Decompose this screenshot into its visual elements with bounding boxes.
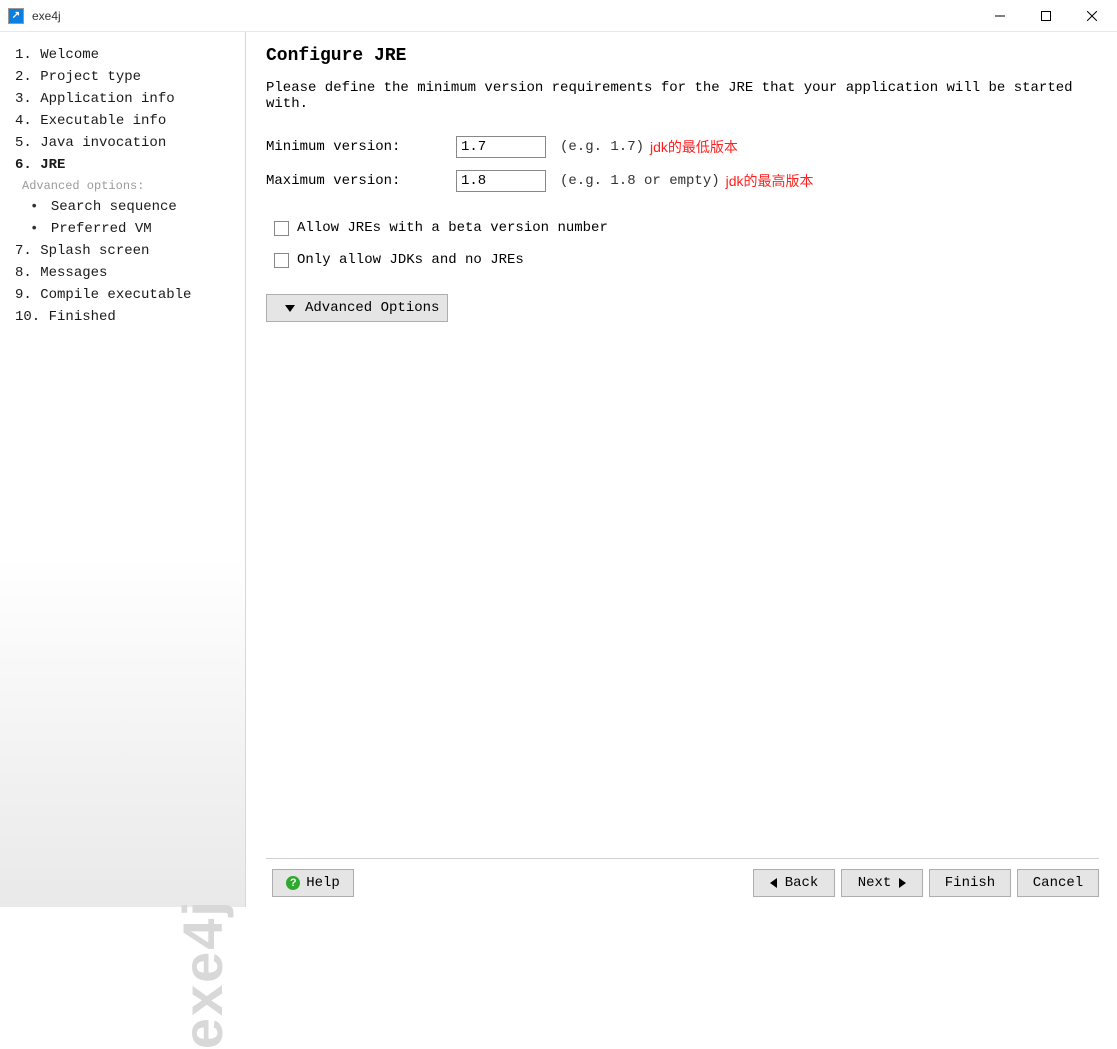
finish-button-label: Finish bbox=[945, 875, 995, 891]
minimize-icon bbox=[995, 11, 1005, 21]
step-executable-info[interactable]: 4. Executable info bbox=[0, 110, 245, 132]
step-application-info[interactable]: 3. Application info bbox=[0, 88, 245, 110]
step-project-type[interactable]: 2. Project type bbox=[0, 66, 245, 88]
minimum-version-label: Minimum version: bbox=[266, 139, 456, 155]
minimum-version-row: Minimum version: (e.g. 1.7) jdk的最低版本 bbox=[266, 136, 1099, 158]
arrow-left-icon bbox=[770, 878, 777, 888]
maximum-version-hint: (e.g. 1.8 or empty) bbox=[560, 173, 720, 189]
cancel-button-label: Cancel bbox=[1033, 875, 1083, 891]
finish-button[interactable]: Finish bbox=[929, 869, 1011, 897]
help-button[interactable]: ? Help bbox=[272, 869, 354, 897]
close-button[interactable] bbox=[1069, 1, 1115, 31]
wizard-footer: ? Help Back Next Finish Cancel bbox=[266, 858, 1099, 897]
titlebar: ↗ exe4j bbox=[0, 0, 1117, 32]
close-icon bbox=[1087, 11, 1097, 21]
advanced-options-header: Advanced options: bbox=[0, 176, 245, 196]
only-jdk-row: Only allow JDKs and no JREs bbox=[266, 252, 1099, 268]
allow-beta-row: Allow JREs with a beta version number bbox=[266, 220, 1099, 236]
help-icon: ? bbox=[286, 876, 300, 890]
arrow-right-icon bbox=[899, 878, 906, 888]
triangle-down-icon bbox=[285, 305, 295, 312]
maximize-icon bbox=[1041, 11, 1051, 21]
advanced-options-button[interactable]: Advanced Options bbox=[266, 294, 448, 322]
step-jre[interactable]: 6. JRE bbox=[0, 154, 245, 176]
page-description: Please define the minimum version requir… bbox=[266, 80, 1099, 112]
minimum-version-annotation: jdk的最低版本 bbox=[650, 137, 738, 157]
maximum-version-annotation: jdk的最高版本 bbox=[726, 171, 814, 191]
maximize-button[interactable] bbox=[1023, 1, 1069, 31]
step-finished[interactable]: 10. Finished bbox=[0, 306, 245, 328]
window-title: exe4j bbox=[32, 9, 61, 23]
next-button[interactable]: Next bbox=[841, 869, 923, 897]
next-button-label: Next bbox=[858, 875, 892, 891]
minimize-button[interactable] bbox=[977, 1, 1023, 31]
step-compile-executable[interactable]: 9. Compile executable bbox=[0, 284, 245, 306]
substep-search-sequence[interactable]: Search sequence bbox=[0, 196, 245, 218]
substep-preferred-vm[interactable]: Preferred VM bbox=[0, 218, 245, 240]
advanced-options-button-label: Advanced Options bbox=[305, 300, 439, 316]
maximum-version-label: Maximum version: bbox=[266, 173, 456, 189]
minimum-version-input[interactable] bbox=[456, 136, 546, 158]
wizard-step-sidebar: 1. Welcome 2. Project type 3. Applicatio… bbox=[0, 32, 246, 907]
cancel-button[interactable]: Cancel bbox=[1017, 869, 1099, 897]
allow-beta-label: Allow JREs with a beta version number bbox=[297, 220, 608, 236]
only-jdk-checkbox[interactable] bbox=[274, 253, 289, 268]
allow-beta-checkbox[interactable] bbox=[274, 221, 289, 236]
step-splash-screen[interactable]: 7. Splash screen bbox=[0, 240, 245, 262]
help-button-label: Help bbox=[306, 875, 340, 891]
page-title: Configure JRE bbox=[266, 46, 1099, 66]
step-java-invocation[interactable]: 5. Java invocation bbox=[0, 132, 245, 154]
back-button[interactable]: Back bbox=[753, 869, 835, 897]
maximum-version-row: Maximum version: (e.g. 1.8 or empty) jdk… bbox=[266, 170, 1099, 192]
only-jdk-label: Only allow JDKs and no JREs bbox=[297, 252, 524, 268]
main-panel: Configure JRE Please define the minimum … bbox=[246, 32, 1117, 907]
minimum-version-hint: (e.g. 1.7) bbox=[560, 139, 644, 155]
step-messages[interactable]: 8. Messages bbox=[0, 262, 245, 284]
back-button-label: Back bbox=[785, 875, 819, 891]
watermark-text: exe4j bbox=[170, 899, 235, 1049]
step-welcome[interactable]: 1. Welcome bbox=[0, 44, 245, 66]
app-icon: ↗ bbox=[8, 8, 24, 24]
maximum-version-input[interactable] bbox=[456, 170, 546, 192]
